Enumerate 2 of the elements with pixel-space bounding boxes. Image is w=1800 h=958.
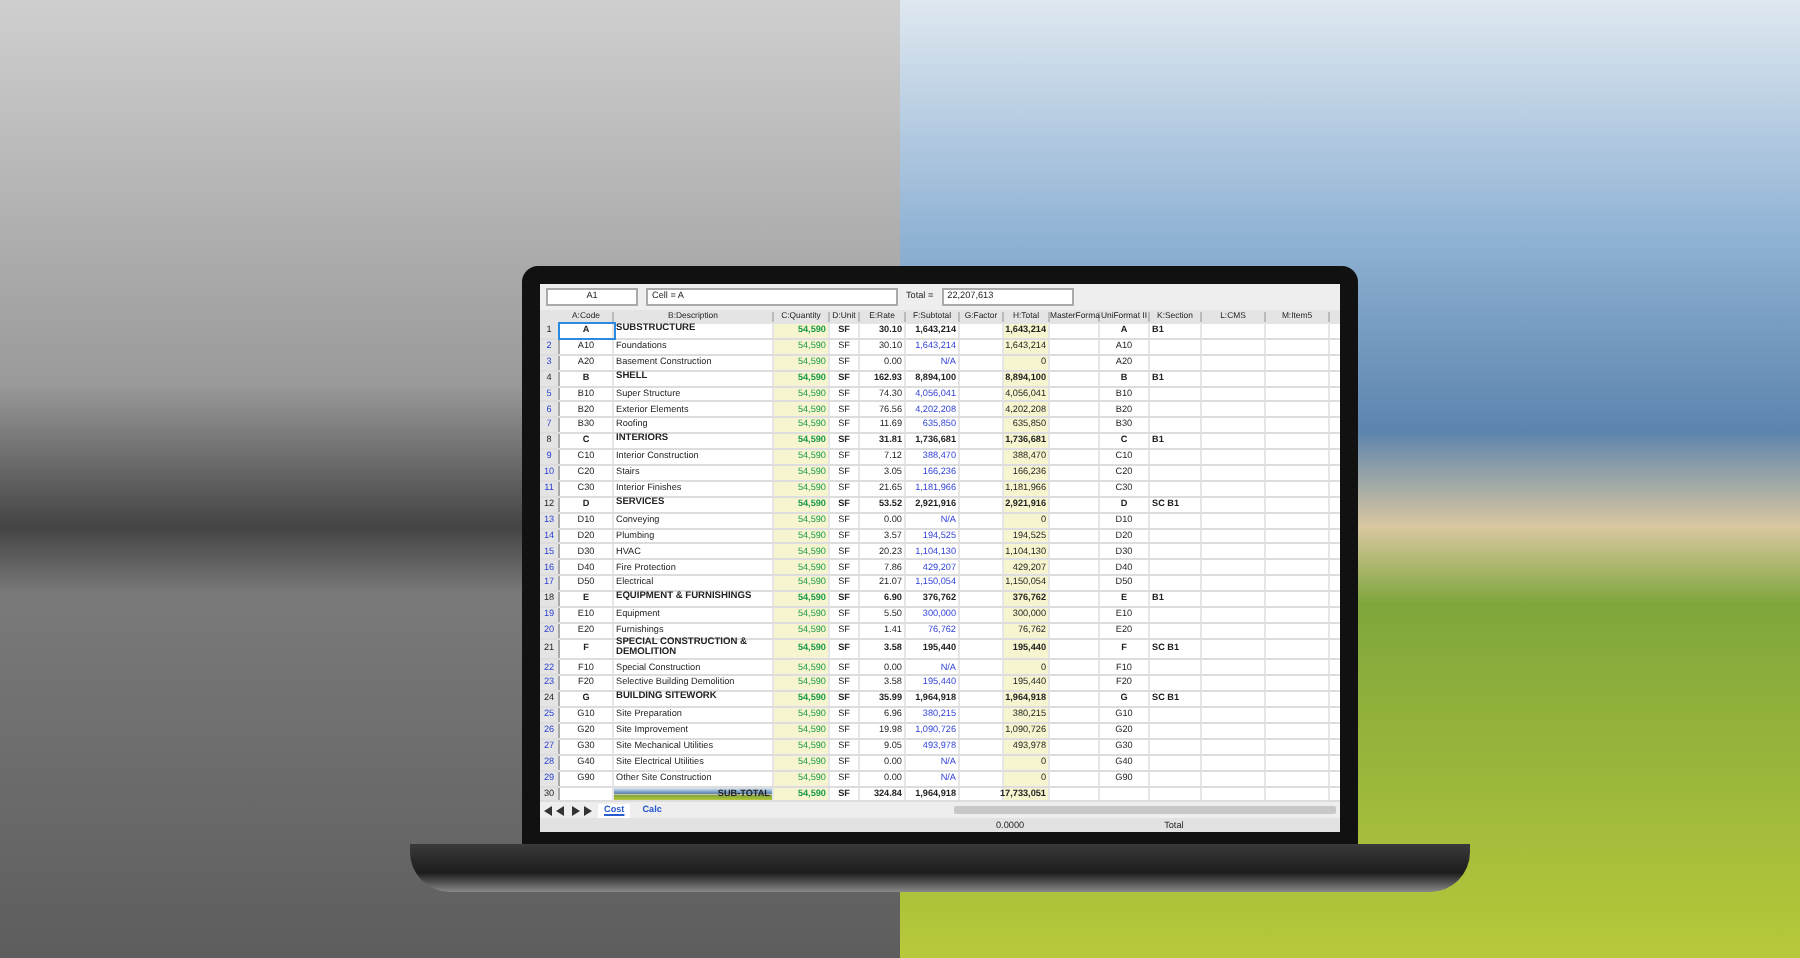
horizontal-scrollbar[interactable]: [953, 806, 1336, 815]
sheet-navigation-icon[interactable]: [544, 805, 592, 816]
